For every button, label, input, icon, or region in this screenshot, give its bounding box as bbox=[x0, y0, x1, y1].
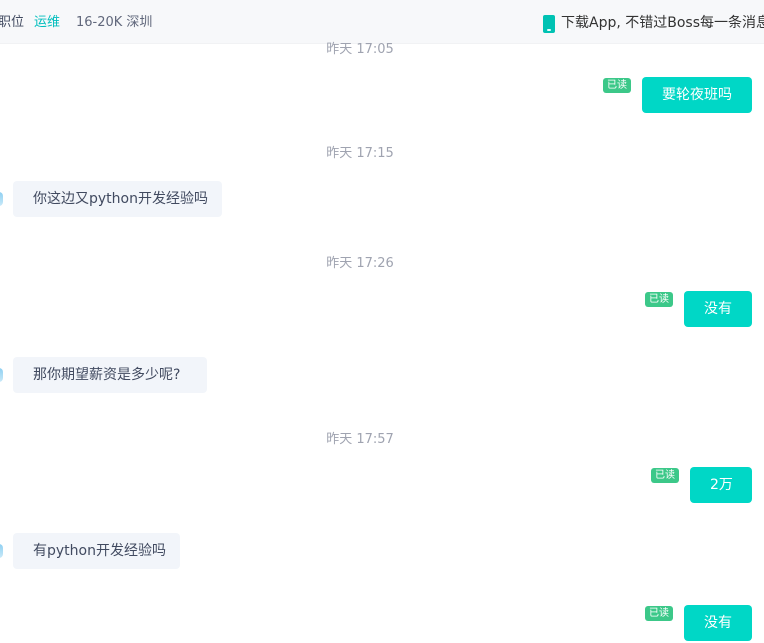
salary-location: 16-20K 深圳 bbox=[76, 15, 153, 30]
read-badge: 已读 bbox=[603, 78, 631, 93]
message-timestamp: 昨天 17:15 bbox=[326, 146, 394, 161]
read-badge: 已读 bbox=[645, 292, 673, 307]
received-message[interactable]: 你这边又python开发经验吗 bbox=[13, 181, 222, 217]
message-timestamp: 昨天 17:26 bbox=[326, 256, 394, 271]
sent-message[interactable]: 没有 bbox=[684, 291, 752, 327]
chat-page: 职位 运维 16-20K 深圳 下载App, 不错过Boss每一条消息 昨天 1… bbox=[0, 0, 764, 643]
received-message[interactable]: 有python开发经验吗 bbox=[13, 533, 180, 569]
chat-header-bar: 职位 运维 16-20K 深圳 下载App, 不错过Boss每一条消息 bbox=[0, 0, 764, 44]
avatar[interactable] bbox=[0, 192, 3, 206]
download-app-link[interactable]: 下载App, 不错过Boss每一条消息 bbox=[561, 15, 764, 31]
message-timestamp: 昨天 17:05 bbox=[326, 42, 394, 57]
mobile-phone-icon[interactable] bbox=[543, 15, 555, 33]
received-message[interactable]: 那你期望薪资是多少呢? bbox=[13, 357, 207, 393]
job-role-link[interactable]: 运维 bbox=[34, 15, 60, 31]
avatar[interactable] bbox=[0, 544, 3, 558]
avatar[interactable] bbox=[0, 368, 3, 382]
position-label: 职位 bbox=[0, 15, 25, 30]
sent-message[interactable]: 要轮夜班吗 bbox=[642, 77, 752, 113]
sent-message[interactable]: 没有 bbox=[684, 605, 752, 641]
message-timestamp: 昨天 17:57 bbox=[326, 432, 394, 447]
read-badge: 已读 bbox=[645, 606, 673, 621]
sent-message[interactable]: 2万 bbox=[690, 467, 752, 503]
read-badge: 已读 bbox=[651, 468, 679, 483]
